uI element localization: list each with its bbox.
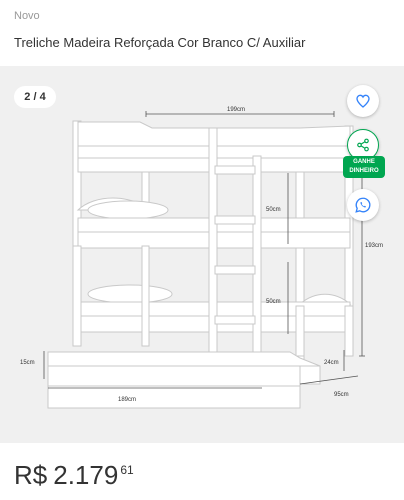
condition-label: Novo [14, 10, 40, 22]
dim-total-height: 193cm [365, 243, 383, 249]
price-currency: R$ [14, 460, 48, 490]
whatsapp-icon [355, 197, 371, 213]
product-title: Treliche Madeira Reforçada Cor Branco C/… [14, 35, 306, 50]
image-counter: 2 / 4 [14, 86, 56, 108]
price-cents: 61 [120, 463, 134, 477]
product-image-gallery[interactable]: 199cm 50cm 50cm 193cm 15cm 189cm 24cm 95… [0, 66, 404, 443]
dim-trundle-height: 15cm [20, 360, 35, 366]
dim-depth: 95cm [334, 392, 349, 398]
product-price: R$ 2.179 61 [14, 460, 134, 491]
dim-trundle-length: 189cm [118, 397, 136, 403]
earn-money-badge[interactable]: GANHE DINHEIRO [343, 156, 385, 178]
product-image[interactable]: 199cm 50cm 50cm 193cm 15cm 189cm 24cm 95… [0, 66, 404, 443]
dim-mid-gap-top: 50cm [266, 207, 281, 213]
heart-icon [356, 94, 370, 108]
whatsapp-button[interactable] [347, 189, 379, 221]
dim-top-width: 199cm [227, 107, 245, 113]
favorite-button[interactable] [347, 85, 379, 117]
earn-money-line1: GANHE [353, 159, 375, 165]
share-icon [357, 138, 369, 152]
price-integer: 2.179 [53, 460, 119, 490]
dim-trundle-offset: 24cm [324, 360, 339, 366]
dim-mid-gap-bottom: 50cm [266, 299, 281, 305]
earn-money-line2: DINHEIRO [349, 168, 379, 174]
